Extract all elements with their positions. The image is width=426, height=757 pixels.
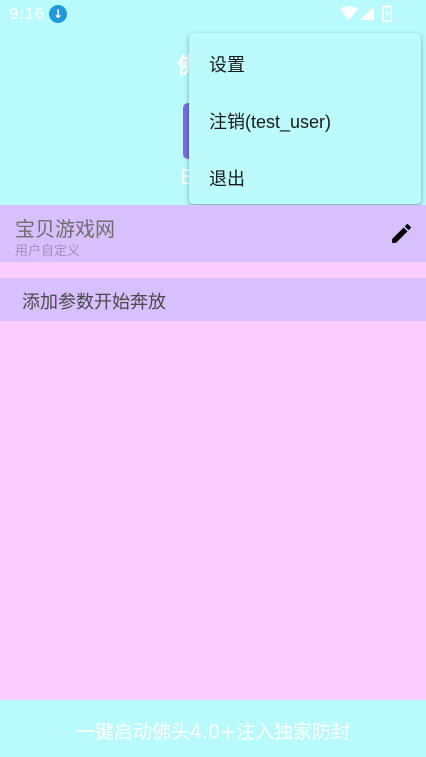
signal-icon <box>360 7 374 20</box>
add-params-label: 添加参数开始奔放 <box>22 292 166 313</box>
site-row[interactable]: 宝贝游戏网 用户自定义 <box>0 205 426 262</box>
wifi-icon <box>340 6 358 20</box>
site-name: 宝贝游戏网 <box>15 217 115 241</box>
menu-item-exit[interactable]: 退出 <box>209 165 245 191</box>
site-subtitle: 用户自定义 <box>15 244 81 259</box>
edit-icon[interactable] <box>389 221 414 246</box>
battery-icon <box>382 5 392 22</box>
status-time: 9:16 <box>9 5 45 23</box>
add-params-button[interactable]: 添加参数开始奔放 <box>0 278 426 321</box>
menu-item-logout[interactable]: 注销(test_user) <box>209 108 331 134</box>
launch-button-label: 一键启动佛头4.0+注入独家防封 <box>75 721 351 743</box>
menu-item-settings[interactable]: 设置 <box>209 51 245 77</box>
status-bar: 9:16 ↓ <box>0 0 426 28</box>
download-icon: ↓ <box>49 5 67 23</box>
launch-button[interactable]: 一键启动佛头4.0+注入独家防封 <box>0 700 426 757</box>
overflow-menu: 设置 注销(test_user) 退出 <box>189 33 421 204</box>
